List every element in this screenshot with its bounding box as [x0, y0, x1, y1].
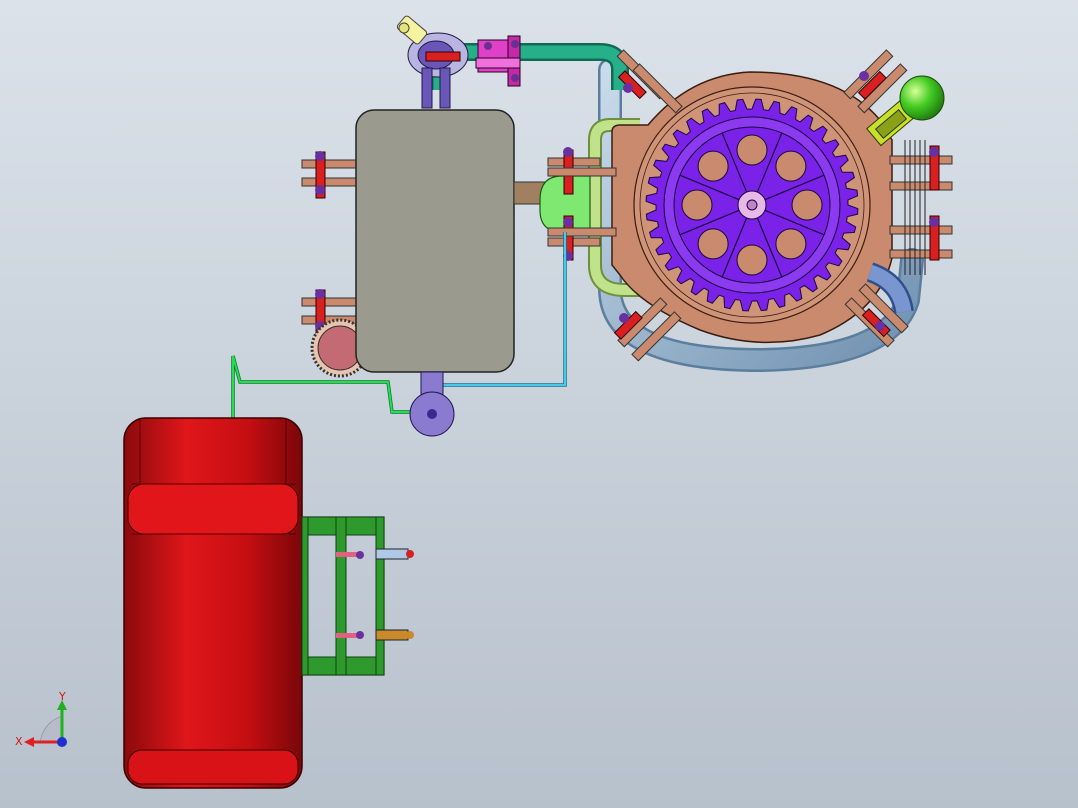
cad-viewport[interactable]: Y X	[0, 0, 1078, 808]
motor-bracket[interactable]	[301, 516, 414, 676]
pump-motor[interactable]	[123, 417, 303, 789]
bracket-bolt-lower	[336, 629, 414, 641]
gear-bolt-hole	[775, 228, 807, 260]
pink-clamp[interactable]	[475, 35, 521, 87]
coordinate-triad: Y X	[15, 690, 67, 748]
gear-bolt-hole	[736, 244, 768, 276]
diagonal-flange-top-left[interactable]	[616, 49, 683, 114]
tank-flange-upper[interactable]	[301, 151, 359, 199]
gear-bolt-hole	[775, 150, 807, 182]
gear-bolt-hole	[697, 150, 729, 182]
tank[interactable]	[301, 109, 547, 378]
gear-bolt-hole	[736, 134, 768, 166]
triad-y-label: Y	[58, 690, 66, 703]
triad-x-label: X	[15, 735, 23, 748]
flow-meter[interactable]	[409, 371, 455, 437]
right-flange-stack[interactable]	[889, 140, 953, 275]
gear-bolt-hole	[681, 189, 713, 221]
gear-bolt-hole	[791, 189, 823, 221]
bracket-bolt-upper	[336, 548, 414, 560]
assembly-model[interactable]: Y X	[0, 0, 1078, 808]
main-gear[interactable]	[645, 98, 859, 312]
gear-bolt-hole	[697, 228, 729, 260]
